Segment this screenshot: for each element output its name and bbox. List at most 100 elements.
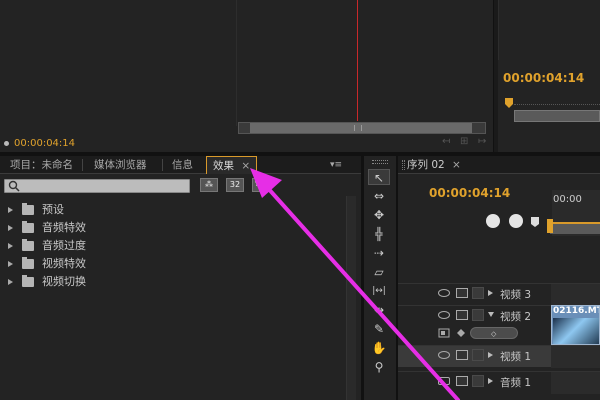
track-video-1[interactable]: 视频 1 [398,345,600,368]
program-playhead-marker-icon[interactable] [504,98,514,108]
source-scroll-grip[interactable] [354,125,362,131]
track-lock-toggle[interactable] [472,349,484,361]
tree-item-label: 音频特效 [42,221,86,234]
track-label: 视频 1 [500,351,532,363]
source-monitor-divider [236,0,237,126]
sequence-tab-grip[interactable] [402,160,405,170]
program-time-ruler[interactable] [514,104,600,108]
track-audio-1[interactable]: 音频 1 [398,371,600,394]
folder-icon [22,275,34,287]
track-select-icon[interactable]: ⇔ [368,188,390,204]
tools-panel-grip[interactable] [372,160,388,164]
tree-item-video-transitions[interactable]: 视频切换 [8,273,338,291]
add-keyframe-icon[interactable]: ◇ [491,330,496,338]
tree-item-label: 视频特效 [42,257,86,270]
expand-arrow-icon[interactable] [8,261,13,267]
presets-folder-icon [22,203,34,215]
collapse-track-arrow-icon[interactable] [488,290,493,296]
work-area-bar[interactable] [550,222,600,234]
tab-media-browser[interactable]: 媒体浏览器 [88,156,153,174]
expand-arrow-icon[interactable] [8,225,13,231]
tab-separator [82,159,83,171]
sync-lock-film-icon[interactable] [456,376,468,386]
source-marker-dot [4,141,9,146]
tree-item-audio-transitions[interactable]: 音频过度 [8,237,338,255]
sequence-timecode[interactable]: 00:00:04:14 [429,186,510,200]
expand-arrow-icon[interactable] [8,279,13,285]
rolling-edit-icon[interactable]: ╬ [368,226,390,242]
folder-icon [22,221,34,233]
tab-sequence-label: 序列 02 [407,159,445,171]
toggle-output-eye-icon[interactable] [438,351,450,359]
ruler-time-label: 00:00 [553,194,582,205]
tab-sequence-close-icon[interactable]: × [452,159,461,171]
expanded-track-arrow-icon[interactable] [488,312,494,317]
program-zoom-scrollbar[interactable] [514,110,600,122]
tab-effects-close-icon[interactable]: × [241,160,250,172]
folder-icon [22,257,34,269]
rate-stretch-icon[interactable]: ⇢ [368,245,390,261]
track-label: 视频 2 [500,311,532,323]
display-style-icon[interactable] [438,327,450,339]
pen-icon[interactable]: ✎ [368,321,390,337]
slip-icon[interactable]: |↔| [368,283,390,299]
tree-item-video-effects[interactable]: 视频特效 [8,255,338,273]
accelerated-effects-button[interactable]: ⁂ [200,178,218,192]
collapse-track-arrow-icon[interactable] [488,378,493,384]
sync-lock-film-icon[interactable] [456,288,468,298]
track-lock-toggle[interactable] [472,375,484,387]
toggle-output-eye-icon[interactable] [438,289,450,297]
program-monitor-divider [498,0,499,60]
hand-icon[interactable]: ✋ [368,340,390,356]
source-export-frame-icon[interactable]: ⊞ [460,137,472,147]
tab-info[interactable]: 信息 [166,156,199,174]
tab-effects[interactable]: 效果 × [206,156,258,174]
tree-item-presets[interactable]: 预设 [8,201,338,219]
effects-search-input[interactable] [4,179,190,193]
effects-scrollbar[interactable] [346,196,356,400]
add-marker-icon[interactable] [530,216,540,228]
track-content-area[interactable] [551,372,600,394]
source-mark-in-icon[interactable]: ↤ [442,137,454,147]
ripple-edit-icon[interactable]: ✥ [368,207,390,223]
tab-sequence-02[interactable]: 序列 02 × [407,156,461,174]
panel-menu-icon[interactable]: ▾≡ [330,156,342,174]
track-content-area[interactable] [551,284,600,306]
set-encore-marker-icon[interactable] [509,214,523,228]
snap-icon[interactable] [486,214,500,228]
source-timecode[interactable]: 00:00:04:14 [14,138,75,149]
razor-icon[interactable]: ▱ [368,264,390,280]
selection-icon[interactable]: ↖ [368,169,390,185]
slide-icon[interactable]: ⇹ [368,302,390,318]
source-mark-out-icon[interactable]: ↦ [478,137,490,147]
sync-lock-film-icon[interactable] [456,310,468,320]
tree-item-audio-effects[interactable]: 音频特效 [8,219,338,237]
track-label: 视频 3 [500,289,532,301]
program-timecode[interactable]: 00:00:04:14 [503,71,584,85]
tree-item-label: 音频过度 [42,239,86,252]
expand-arrow-icon[interactable] [8,243,13,249]
zoom-icon[interactable]: ⚲ [368,359,390,375]
folder-icon [22,239,34,251]
source-playhead[interactable] [357,0,358,121]
tab-project[interactable]: 项目：未命名 [4,156,79,174]
video-clip[interactable]: 02116.MTS [551,305,600,345]
show-keyframes-icon[interactable] [456,328,466,338]
tree-item-label: 视频切换 [42,275,86,288]
tab-separator [162,159,163,171]
track-label: 音频 1 [500,377,532,389]
expand-arrow-icon[interactable] [8,207,13,213]
track-lock-toggle[interactable] [472,287,484,299]
toggle-output-eye-icon[interactable] [438,311,450,319]
track-content-area[interactable] [551,346,600,368]
collapse-track-arrow-icon[interactable] [488,352,493,358]
sequence-playhead-icon[interactable] [547,219,553,233]
track-lock-toggle[interactable] [472,309,484,321]
sync-lock-film-icon[interactable] [456,350,468,360]
search-icon [8,180,20,192]
yuv-effects-button[interactable]: YUV [252,178,270,192]
track-video-3[interactable]: 视频 3 [398,283,600,306]
tab-effects-label: 效果 [213,160,234,172]
32-bit-effects-button[interactable]: 32 [226,178,244,192]
toggle-track-output-speaker-icon[interactable] [438,377,450,385]
